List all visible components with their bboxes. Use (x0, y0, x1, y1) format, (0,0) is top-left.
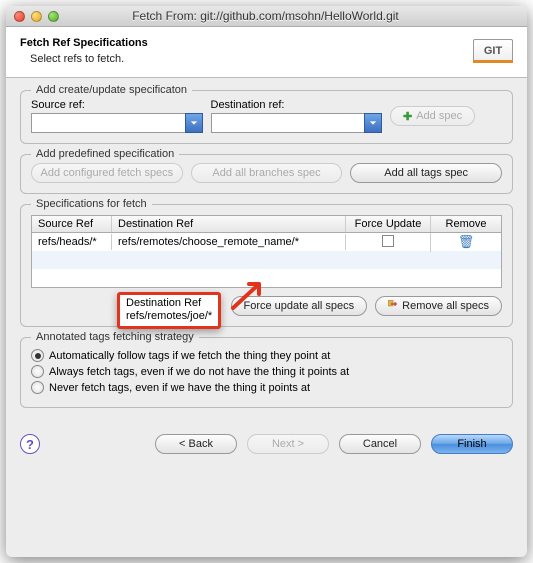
group-specs-for-fetch-label: Specifications for fetch (31, 198, 152, 210)
group-create-update-label: Add create/update specificaton (31, 84, 192, 96)
cell-source-ref: refs/heads/* (32, 234, 112, 250)
radio-icon (31, 349, 44, 362)
zoom-window-button[interactable] (48, 11, 59, 22)
col-source-ref: Source Ref (32, 216, 112, 232)
plus-icon: ✚ (403, 110, 412, 123)
radio-label: Never fetch tags, even if we have the th… (49, 382, 310, 394)
close-window-button[interactable] (14, 11, 25, 22)
col-force-update: Force Update (346, 216, 431, 232)
minimize-window-button[interactable] (31, 11, 42, 22)
destination-ref-input[interactable] (211, 113, 365, 133)
add-configured-fetch-specs-button: Add configured fetch specs (31, 163, 183, 183)
col-destination-ref: Destination Ref (112, 216, 346, 232)
remove-icon (388, 300, 398, 313)
git-logo: GIT (473, 39, 513, 63)
page-title: Fetch Ref Specifications (20, 37, 513, 49)
source-ref-label: Source ref: (31, 99, 203, 111)
radio-auto-follow[interactable]: Automatically follow tags if we fetch th… (31, 349, 502, 362)
finish-button[interactable]: Finish (431, 434, 513, 454)
force-update-checkbox[interactable] (382, 235, 394, 247)
destination-ref-combo[interactable] (211, 113, 383, 133)
back-button[interactable]: < Back (155, 434, 237, 454)
window-title: Fetch From: git://github.com/msohn/Hello… (59, 9, 527, 23)
next-button: Next > (247, 434, 329, 454)
radio-never-fetch[interactable]: Never fetch tags, even if we have the th… (31, 381, 502, 394)
radio-label: Automatically follow tags if we fetch th… (49, 350, 330, 362)
radio-always-fetch[interactable]: Always fetch tags, even if we do not hav… (31, 365, 502, 378)
radio-icon (31, 381, 44, 394)
radio-label: Always fetch tags, even if we do not hav… (49, 366, 349, 378)
destination-ref-label: Destination ref: (211, 99, 383, 111)
table-row[interactable]: refs/heads/* refs/remotes/choose_remote_… (32, 233, 501, 251)
window-titlebar: Fetch From: git://github.com/msohn/Hello… (6, 6, 527, 27)
radio-icon (31, 365, 44, 378)
source-ref-combo[interactable] (31, 113, 203, 133)
callout-annotation: Destination Ref refs/remotes/joe/* (117, 292, 221, 329)
col-remove: Remove (431, 216, 501, 232)
source-ref-dropdown-icon[interactable] (185, 113, 203, 133)
group-tags-strategy-label: Annotated tags fetching strategy (31, 331, 199, 343)
add-all-branches-spec-button: Add all branches spec (191, 163, 343, 183)
remove-row-icon[interactable]: 🗑 (458, 234, 475, 249)
remove-all-specs-button[interactable]: Remove all specs (375, 296, 502, 316)
callout-arrow-icon (229, 278, 273, 315)
cell-destination-ref: refs/remotes/choose_remote_name/* (112, 234, 346, 250)
help-icon[interactable]: ? (20, 434, 40, 454)
add-spec-button: ✚Add spec (390, 106, 475, 126)
source-ref-input[interactable] (31, 113, 185, 133)
cancel-button[interactable]: Cancel (339, 434, 421, 454)
page-subtitle: Select refs to fetch. (20, 53, 513, 65)
add-all-tags-spec-button[interactable]: Add all tags spec (350, 163, 502, 183)
group-predefined-label: Add predefined specification (31, 148, 179, 160)
destination-ref-dropdown-icon[interactable] (364, 113, 382, 133)
